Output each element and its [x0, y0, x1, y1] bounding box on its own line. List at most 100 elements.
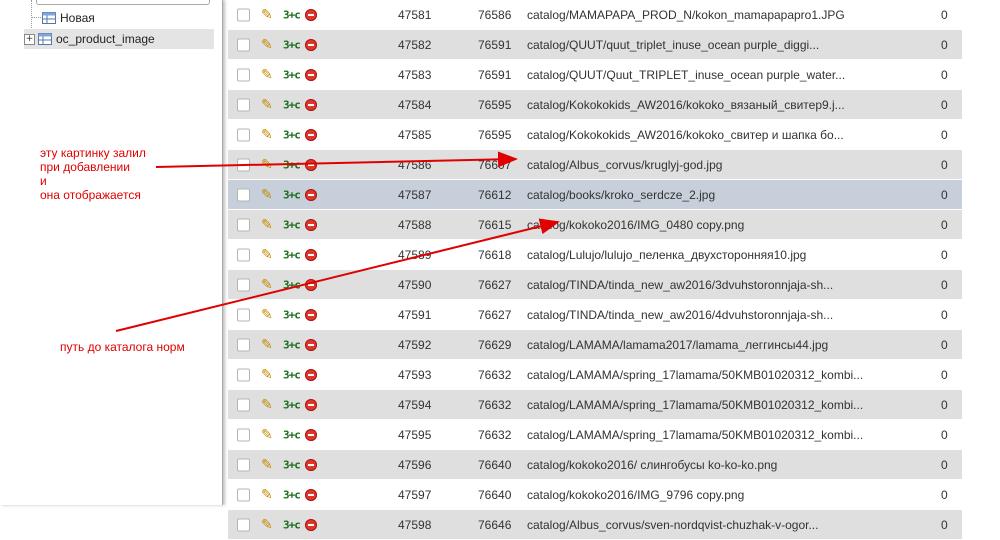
table-row[interactable]: ✎ 3+c 47590 76627 catalog/TINDA/tinda_new_aw… [228, 270, 962, 300]
row-checkbox[interactable] [237, 368, 250, 381]
delete-icon[interactable] [305, 248, 317, 261]
cell-sort-order: 0 [941, 457, 948, 472]
cell-product-id: 76595 [478, 97, 512, 112]
copy-icon[interactable]: 3+c [283, 248, 301, 261]
delete-icon[interactable] [305, 308, 317, 321]
pencil-icon[interactable]: ✎ [261, 337, 273, 353]
cell-product-id: 76595 [478, 127, 512, 142]
cell-product-id: 76640 [478, 487, 512, 502]
copy-icon[interactable]: 3+c [283, 158, 301, 171]
pencil-icon[interactable]: ✎ [261, 517, 273, 533]
table-row[interactable]: ✎ 3+c 47585 76595 catalog/Kokokokids_AW2016/… [228, 120, 962, 150]
table-row[interactable]: ✎ 3+c 47588 76615 catalog/kokoko2016/IMG_048… [228, 210, 962, 240]
copy-icon[interactable]: 3+c [283, 428, 301, 441]
pencil-icon[interactable]: ✎ [261, 7, 273, 23]
table-row[interactable]: ✎ 3+c 47594 76632 catalog/LAMAMA/spring_17la… [228, 390, 962, 420]
table-row[interactable]: ✎ 3+c 47582 76591 catalog/QUUT/quut_triplet_… [228, 30, 962, 60]
copy-icon[interactable]: 3+c [283, 458, 301, 471]
table-row[interactable]: ✎ 3+c 47595 76632 catalog/LAMAMA/spring_17la… [228, 420, 962, 450]
row-checkbox[interactable] [237, 38, 250, 51]
delete-icon[interactable] [305, 218, 317, 231]
pencil-icon[interactable]: ✎ [261, 157, 273, 173]
table-row[interactable]: ✎ 3+c 47597 76640 catalog/kokoko2016/IMG_979… [228, 480, 962, 510]
table-row[interactable]: ✎ 3+c 47592 76629 catalog/LAMAMA/lamama2017/… [228, 330, 962, 360]
copy-icon[interactable]: 3+c [283, 338, 301, 351]
copy-icon[interactable]: 3+c [283, 218, 301, 231]
row-checkbox[interactable] [237, 188, 250, 201]
pencil-icon[interactable]: ✎ [261, 247, 273, 263]
row-checkbox[interactable] [237, 98, 250, 111]
table-row[interactable]: ✎ 3+c 47583 76591 catalog/QUUT/Quut_TRIPLET_… [228, 60, 962, 90]
pencil-icon[interactable]: ✎ [261, 307, 273, 323]
row-checkbox[interactable] [237, 158, 250, 171]
row-checkbox[interactable] [237, 8, 250, 21]
pencil-icon[interactable]: ✎ [261, 277, 273, 293]
row-checkbox[interactable] [237, 308, 250, 321]
copy-icon[interactable]: 3+c [283, 278, 301, 291]
table-row[interactable]: ✎ 3+c 47586 76607 catalog/Albus_corvus/krugl… [228, 150, 962, 180]
cell-product-image-id: 47598 [398, 517, 432, 532]
copy-icon[interactable]: 3+c [283, 68, 301, 81]
table-row[interactable]: ✎ 3+c 47589 76618 catalog/Lulujo/lulujo_пеле… [228, 240, 962, 270]
copy-icon[interactable]: 3+c [283, 98, 301, 111]
delete-icon[interactable] [305, 98, 317, 111]
delete-icon[interactable] [305, 368, 317, 381]
copy-icon[interactable]: 3+c [283, 488, 301, 501]
table-row[interactable]: ✎ 3+c 47591 76627 catalog/TINDA/tinda_new_aw… [228, 300, 962, 330]
table-row[interactable]: ✎ 3+c 47596 76640 catalog/kokoko2016/ слинго… [228, 450, 962, 480]
tree-item-oc-product-image[interactable]: + oc_product_image [24, 29, 214, 49]
row-checkbox[interactable] [237, 428, 250, 441]
pencil-icon[interactable]: ✎ [261, 397, 273, 413]
pencil-icon[interactable]: ✎ [261, 427, 273, 443]
pencil-icon[interactable]: ✎ [261, 37, 273, 53]
row-checkbox[interactable] [237, 488, 250, 501]
row-checkbox[interactable] [237, 68, 250, 81]
delete-icon[interactable] [305, 428, 317, 441]
row-checkbox[interactable] [237, 218, 250, 231]
copy-icon[interactable]: 3+c [283, 128, 301, 141]
table-row[interactable]: ✎ 3+c 47598 76646 catalog/Albus_corvus/sven-… [228, 510, 962, 540]
pencil-icon[interactable]: ✎ [261, 457, 273, 473]
copy-icon[interactable]: 3+c [283, 8, 301, 21]
delete-icon[interactable] [305, 488, 317, 501]
copy-icon[interactable]: 3+c [283, 38, 301, 51]
delete-icon[interactable] [305, 158, 317, 171]
delete-icon[interactable] [305, 398, 317, 411]
row-checkbox[interactable] [237, 458, 250, 471]
delete-icon[interactable] [305, 278, 317, 291]
delete-icon[interactable] [305, 518, 317, 531]
delete-icon[interactable] [305, 338, 317, 351]
delete-icon[interactable] [305, 68, 317, 81]
pencil-icon[interactable]: ✎ [261, 187, 273, 203]
copy-icon[interactable]: 3+c [283, 398, 301, 411]
table-row[interactable]: ✎ 3+c 47587 76612 catalog/books/kroko_serdcz… [228, 180, 962, 210]
table-row[interactable]: ✎ 3+c 47593 76632 catalog/LAMAMA/spring_17la… [228, 360, 962, 390]
copy-icon[interactable]: 3+c [283, 368, 301, 381]
row-checkbox[interactable] [237, 128, 250, 141]
table-row[interactable]: ✎ 3+c 47584 76595 catalog/Kokokokids_AW2016/… [228, 90, 962, 120]
tree-item-new[interactable]: Новая [42, 8, 95, 28]
row-checkbox[interactable] [237, 398, 250, 411]
expand-icon[interactable]: + [24, 33, 35, 45]
delete-icon[interactable] [305, 128, 317, 141]
pencil-icon[interactable]: ✎ [261, 217, 273, 233]
pencil-icon[interactable]: ✎ [261, 127, 273, 143]
pencil-icon[interactable]: ✎ [261, 97, 273, 113]
copy-icon[interactable]: 3+c [283, 188, 301, 201]
delete-icon[interactable] [305, 8, 317, 21]
delete-icon[interactable] [305, 38, 317, 51]
pencil-icon[interactable]: ✎ [261, 367, 273, 383]
cell-product-image-id: 47594 [398, 397, 432, 412]
delete-icon[interactable] [305, 188, 317, 201]
row-checkbox[interactable] [237, 248, 250, 261]
row-checkbox[interactable] [237, 338, 250, 351]
pencil-icon[interactable]: ✎ [261, 487, 273, 503]
delete-icon[interactable] [305, 458, 317, 471]
copy-icon[interactable]: 3+c [283, 518, 301, 531]
row-checkbox[interactable] [237, 518, 250, 531]
copy-icon[interactable]: 3+c [283, 308, 301, 321]
tree-item-label: oc_product_image [56, 32, 155, 46]
table-row[interactable]: ✎ 3+c 47581 76586 catalog/MAMAPAPA_PROD_N/ko… [228, 0, 962, 30]
pencil-icon[interactable]: ✎ [261, 67, 273, 83]
row-checkbox[interactable] [237, 278, 250, 291]
